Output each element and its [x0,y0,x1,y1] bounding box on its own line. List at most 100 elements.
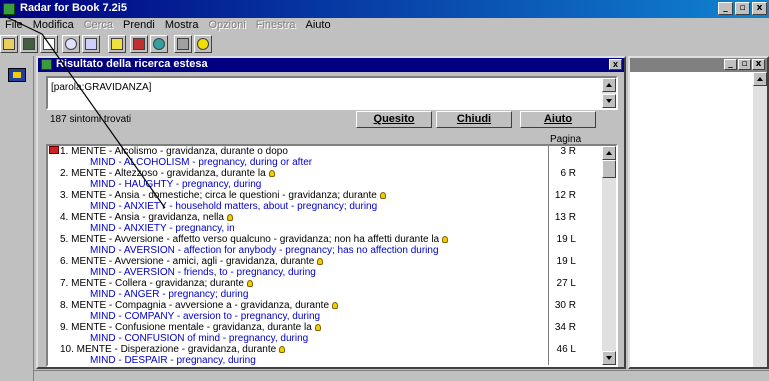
book-icon[interactable] [20,35,38,53]
list-item[interactable]: 10. MENTE - Disperazione - gravidanza, d… [48,344,604,366]
rubric-italian: 9. MENTE - Confusione mentale - gravidan… [60,322,321,333]
lightbulb-icon [317,257,324,265]
rubric-italian-text: 7. MENTE - Collera - gravidanza; durante [60,278,244,289]
list-item[interactable]: 3. MENTE - Ansia - domestiche; circa le … [48,190,604,212]
results-scrollbar[interactable] [602,146,616,365]
scroll-down-icon[interactable] [602,351,616,365]
rubric-english: MIND - ANGER - pregnancy; during [90,289,249,300]
list-item[interactable]: 4. MENTE - Ansia - gravidanza, nella MIND… [48,212,604,234]
print-icon[interactable] [174,35,192,53]
menu-mostra[interactable]: Mostra [160,18,204,33]
rubric-english: MIND - CONFUSION of mind - pregnancy, du… [90,333,309,344]
secondary-scrollbar[interactable] [753,72,767,367]
secondary-titlebar[interactable]: _ ▫ x [630,58,767,72]
search-results-window: Risultato della ricerca estesa x [parola… [36,56,626,369]
maximize-button[interactable]: ▫ [735,2,750,15]
rubric-english: MIND - AVERSION - friends, to - pregnanc… [90,267,316,278]
menu-aiuto[interactable]: Aiuto [301,18,336,33]
list-item[interactable]: 8. MENTE - Compagnia - avversione a - gr… [48,300,604,322]
close-button[interactable]: x [752,2,767,15]
list-item[interactable]: 6. MENTE - Avversione - amici, agli - gr… [48,256,604,278]
rubric-italian-text: 4. MENTE - Ansia - gravidanza, nella [60,212,224,223]
results-list[interactable]: 1. MENTE - Alcolismo - gravidanza, duran… [46,144,618,367]
results-title: Risultato della ricerca estesa [56,58,208,70]
rubric-italian: 4. MENTE - Ansia - gravidanza, nella [60,212,233,223]
toolbar [0,34,769,54]
rubric-italian-text: 2. MENTE - Altezzoso - gravidanza, duran… [60,168,266,179]
page-reference: 30 R [554,300,576,311]
maximize-button[interactable]: ▫ [738,59,751,70]
rubric-italian: 6. MENTE - Avversione - amici, agli - gr… [60,256,324,267]
menu-file[interactable]: File [0,18,28,33]
menu-opzioni: Opzioni [208,19,246,31]
list-item[interactable]: 11. MENTE - Disturbi da - gravidanza (Ve… [48,366,604,367]
app-title: Radar for Book 7.2i5 [20,2,127,14]
quesito-button[interactable]: Quesito [356,111,432,128]
page-reference: 49 L [557,366,576,367]
menu-cerca: Cerca [83,19,114,31]
page-reference: 12 R [554,190,576,201]
lightbulb-icon [268,169,275,177]
scroll-up-icon[interactable] [602,146,616,160]
scroll-thumb[interactable] [602,160,616,178]
minimize-button[interactable]: _ [724,59,737,70]
repertory-icon[interactable] [82,35,100,53]
menu-bar: File Modifica Cerca Prendi Mostra Opzion… [0,18,769,33]
page-reference: 13 R [554,212,576,223]
scroll-up-icon[interactable] [602,78,616,92]
page-reference: 19 L [556,234,576,245]
book-window-icon[interactable] [8,68,26,82]
help-icon[interactable] [194,35,212,53]
rubric-italian-text: 6. MENTE - Avversione - amici, agli - gr… [60,256,315,267]
chart-icon[interactable] [130,35,148,53]
minimize-button[interactable]: _ [718,2,733,15]
rubric-italian: 1. MENTE - Alcolismo - gravidanza, duran… [60,146,288,157]
secondary-window-controls: _ ▫ x [724,59,765,70]
radar-app-icon[interactable] [3,3,15,15]
pointing-hand-icon [49,146,59,154]
lightbulb-icon [442,235,449,243]
results-titlebar[interactable]: Risultato della ricerca estesa x [38,58,624,72]
lightbulb-icon [379,191,386,199]
rubric-italian: 2. MENTE - Altezzoso - gravidanza, duran… [60,168,275,179]
scroll-down-icon[interactable] [602,94,616,108]
list-item[interactable]: 2. MENTE - Altezzoso - gravidanza, duran… [48,168,604,190]
query-text: [parola:GRAVIDANZA] [51,82,152,93]
lightbulb-icon [279,345,286,353]
rubric-italian: 3. MENTE - Ansia - domestiche; circa le … [60,190,386,201]
rubric-italian: 7. MENTE - Collera - gravidanza; durante [60,278,253,289]
query-scrollbar[interactable] [602,78,616,108]
close-button[interactable]: x [752,59,765,70]
aiuto-button[interactable]: Aiuto [520,111,596,128]
rubric-english: MIND - COMPANY - aversion to - pregnancy… [90,311,321,322]
rubric-english: MIND - DESPAIR - pregnancy, during [90,355,256,366]
lightbulb-icon [226,213,233,221]
rubric-italian-text: 10. MENTE - Disperazione - gravidanza, d… [60,344,277,355]
chiudi-button[interactable]: Chiudi [436,111,512,128]
radar-window-icon [41,59,52,70]
rubric-english: MIND - HAUGHTY - pregnancy, during [90,179,262,190]
rubric-italian-text: 1. MENTE - Alcolismo - gravidanza, duran… [60,146,288,157]
app-titlebar[interactable]: Radar for Book 7.2i5 _ ▫ x [0,0,769,18]
query-box[interactable]: [parola:GRAVIDANZA] [46,76,618,110]
list-item[interactable]: 9. MENTE - Confusione mentale - gravidan… [48,322,604,344]
open-folder-icon[interactable] [0,35,18,53]
lightbulb-icon [246,279,253,287]
list-item[interactable]: 7. MENTE - Collera - gravidanza; durante… [48,278,604,300]
zoom-icon[interactable] [62,35,80,53]
rubric-italian: 11. MENTE - Disturbi da - gravidanza (Ve… [60,366,308,367]
page-reference: 46 L [556,344,576,355]
close-results-button[interactable]: x [609,59,622,70]
rubric-italian-text: 5. MENTE - Avversione - affetto verso qu… [60,234,440,245]
bookmark-icon[interactable] [108,35,126,53]
search-text-icon[interactable] [40,35,58,53]
result-count: 187 sintomi trovati [50,114,132,125]
list-item[interactable]: 1. MENTE - Alcolismo - gravidanza, duran… [48,146,604,168]
rubric-italian-text: 3. MENTE - Ansia - domestiche; circa le … [60,190,377,201]
status-bar [34,370,769,381]
menu-modifica[interactable]: Modifica [28,18,79,33]
globe-icon[interactable] [150,35,168,53]
scroll-up-icon[interactable] [753,72,767,86]
list-item[interactable]: 5. MENTE - Avversione - affetto verso qu… [48,234,604,256]
menu-prendi[interactable]: Prendi [118,18,160,33]
